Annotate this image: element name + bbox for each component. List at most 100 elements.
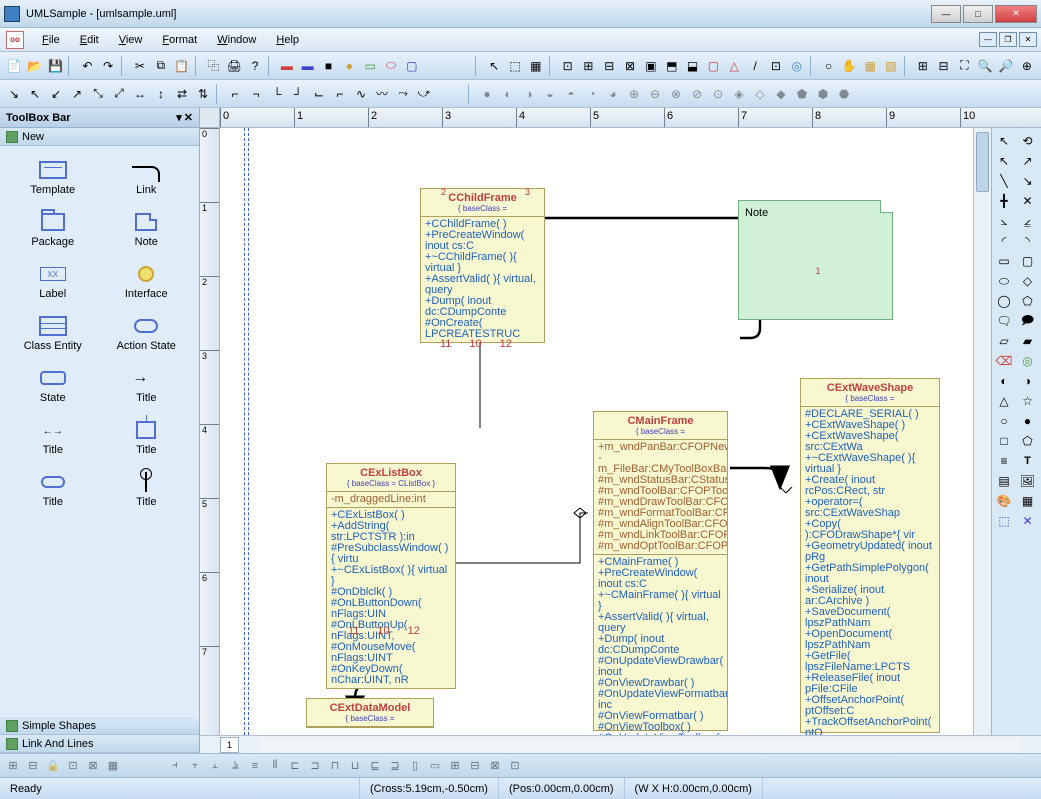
rp-a2-icon[interactable]: ↗ [1018, 152, 1038, 170]
grid-icon[interactable]: ▦ [526, 56, 546, 76]
snap3-icon[interactable]: ⊟ [599, 56, 619, 76]
shape7-icon[interactable]: ▢ [402, 56, 422, 76]
shape2-icon[interactable]: ▬ [298, 56, 318, 76]
rp-a1-icon[interactable]: ↖ [994, 152, 1014, 170]
mdi-close[interactable]: ✕ [1019, 32, 1037, 47]
rp-arrow-icon[interactable]: ↘ [1018, 172, 1038, 190]
rp-callout1-icon[interactable]: 🗨 [994, 312, 1014, 330]
arr3-icon[interactable]: ↙ [46, 84, 66, 104]
rp-star-icon[interactable]: ☆ [1018, 392, 1038, 410]
tool-title-3[interactable]: Title [102, 414, 192, 462]
bt9-icon[interactable]: ⫡ [226, 757, 244, 775]
tool-title-1[interactable]: Title [102, 362, 192, 410]
toolbox-cat-new[interactable]: New [0, 128, 199, 146]
toolbox-pin-icon[interactable]: ▾ [176, 111, 182, 124]
uml-class-cextdatamodel[interactable]: CExtDataModel { baseClass = [306, 698, 434, 728]
toolbox-cat-simple[interactable]: Simple Shapes [0, 717, 199, 735]
tool-title-2[interactable]: Title [8, 414, 98, 462]
rp-ellipse-icon[interactable]: ⬭ [994, 272, 1014, 290]
bt23-icon[interactable]: ⊡ [506, 757, 524, 775]
rp-diamond-icon[interactable]: ◇ [1018, 272, 1038, 290]
curve2-icon[interactable]: 〰 [372, 84, 392, 104]
bt14-icon[interactable]: ⊓ [326, 757, 344, 775]
uml-note[interactable]: Note 1 [738, 200, 893, 320]
bt11-icon[interactable]: ⦀ [266, 757, 284, 775]
bt5-icon[interactable]: ▦ [104, 757, 122, 775]
sh8-icon[interactable]: ⊕ [624, 84, 644, 104]
rp-rot-icon[interactable]: ⟲ [1018, 132, 1038, 150]
crop-icon[interactable]: ⊡ [766, 56, 786, 76]
cut-icon[interactable]: ✂ [130, 56, 150, 76]
uml-class-cexlistbox[interactable]: CExListBox { baseClass = CListBox } -m_d… [326, 463, 456, 689]
minimize-button[interactable]: — [931, 5, 961, 23]
bt20-icon[interactable]: ⊞ [446, 757, 464, 775]
tool-template[interactable]: Template [8, 154, 98, 202]
shape4-icon[interactable]: ● [339, 56, 359, 76]
rp-arc1-icon[interactable]: ◜ [994, 232, 1014, 250]
bt8-icon[interactable]: ⫠ [206, 757, 224, 775]
sh18-icon[interactable]: ⬣ [834, 84, 854, 104]
uml-class-cchildframe[interactable]: 2 CChildFrame 3 { baseClass = +CChildFra… [420, 188, 545, 343]
arr6-icon[interactable]: ⤢ [109, 84, 129, 104]
open-icon[interactable]: 📂 [25, 56, 45, 76]
rp-note1-icon[interactable]: ▱ [994, 332, 1014, 350]
tool-note[interactable]: Note [102, 206, 192, 254]
bt-lock-icon[interactable]: 🔒 [44, 757, 62, 775]
tool-interface[interactable]: Interface [102, 258, 192, 306]
sheet-tab[interactable]: 1 [220, 737, 239, 753]
arr2-icon[interactable]: ↖ [25, 84, 45, 104]
sh17-icon[interactable]: ⬢ [813, 84, 833, 104]
rect-icon[interactable]: ▢ [703, 56, 723, 76]
uml-class-cextwaveshape[interactable]: CExtWaveShape { baseClass = #DECLARE_SER… [800, 378, 940, 733]
tool-link[interactable]: Link [102, 154, 192, 202]
sh6-icon[interactable]: ◔ [582, 84, 602, 104]
rp-arc2-icon[interactable]: ◝ [1018, 232, 1038, 250]
snap2-icon[interactable]: ⊞ [579, 56, 599, 76]
sh5-icon[interactable]: ◓ [561, 84, 581, 104]
pointer-icon[interactable]: ↖ [484, 56, 504, 76]
bt6-icon[interactable]: ⫞ [166, 757, 184, 775]
line-icon[interactable]: / [745, 56, 765, 76]
snap1-icon[interactable]: ⊡ [558, 56, 578, 76]
rp-sq-icon[interactable]: □ [994, 432, 1014, 450]
arr4-icon[interactable]: ↗ [67, 84, 87, 104]
new-icon[interactable]: 📄 [4, 56, 24, 76]
sh2-icon[interactable]: ◐ [498, 84, 518, 104]
menu-help[interactable]: Help [268, 31, 307, 49]
sh9-icon[interactable]: ⊖ [645, 84, 665, 104]
horizontal-scrollbar[interactable]: 1 [200, 735, 1041, 753]
tool-class-entity[interactable]: Class Entity [8, 310, 98, 358]
rp-cross-icon[interactable]: ✕ [1018, 192, 1038, 210]
rp-text-icon[interactable]: ≡ [994, 452, 1014, 470]
rp-note2-icon[interactable]: ▰ [1018, 332, 1038, 350]
menu-format[interactable]: Format [154, 31, 205, 49]
sh11-icon[interactable]: ⊘ [687, 84, 707, 104]
sh15-icon[interactable]: ◆ [771, 84, 791, 104]
rp-pal-icon[interactable]: ▦ [1018, 492, 1038, 510]
corner3-icon[interactable]: └ [267, 84, 287, 104]
bt7-icon[interactable]: ⫟ [186, 757, 204, 775]
uml-class-cmainframe[interactable]: CMainFrame { baseClass = +m_wndPanBar:CF… [593, 411, 728, 731]
shape1-icon[interactable]: ▬ [277, 56, 297, 76]
arr8-icon[interactable]: ↕ [151, 84, 171, 104]
paste-icon[interactable]: 📋 [172, 56, 192, 76]
rp-rect-icon[interactable]: ▭ [994, 252, 1014, 270]
rp-pointer-icon[interactable]: ↖ [994, 132, 1014, 150]
shape5-icon[interactable]: ▭ [360, 56, 380, 76]
rp-m1-icon[interactable]: ◐ [994, 372, 1014, 390]
bt3-icon[interactable]: ⊡ [64, 757, 82, 775]
layers2-icon[interactable]: ▨ [881, 56, 901, 76]
zoom100-icon[interactable]: ⊕ [1017, 56, 1037, 76]
close-button[interactable]: ✕ [995, 5, 1037, 23]
snap4-icon[interactable]: ⊠ [620, 56, 640, 76]
target-icon[interactable]: ◎ [787, 56, 807, 76]
zoomin-icon[interactable]: 🔍 [975, 56, 995, 76]
curve4-icon[interactable]: ⤻ [414, 84, 434, 104]
rp-c1-icon[interactable]: ○ [994, 412, 1014, 430]
corner1-icon[interactable]: ⌐ [225, 84, 245, 104]
tool-label[interactable]: XXLabel [8, 258, 98, 306]
bt19-icon[interactable]: ▭ [426, 757, 444, 775]
rp-tri-icon[interactable]: △ [994, 392, 1014, 410]
fit-icon[interactable]: ⛶ [955, 56, 975, 76]
mdi-minimize[interactable]: — [979, 32, 997, 47]
